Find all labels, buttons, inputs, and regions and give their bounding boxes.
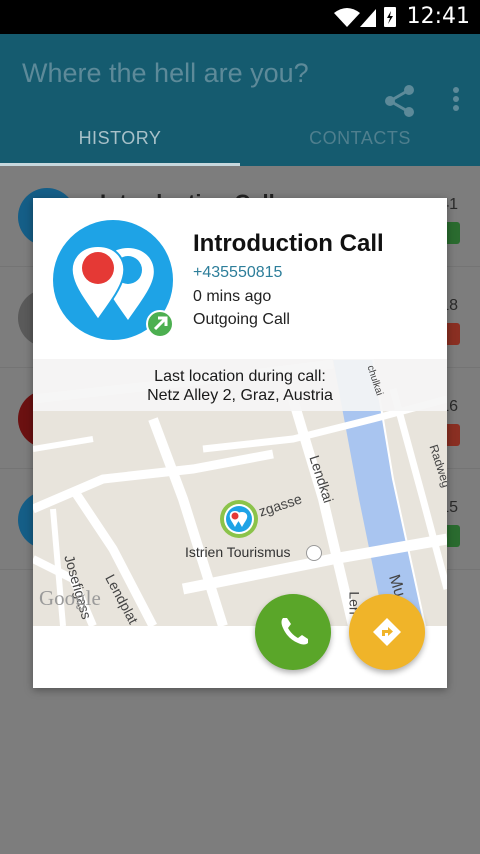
call-detail-dialog: Introduction Call +435550815 0 mins ago … bbox=[33, 198, 447, 688]
call-direction: Outgoing Call bbox=[193, 311, 290, 328]
status-bar: 12:41 bbox=[0, 0, 480, 34]
location-marker-icon[interactable] bbox=[220, 500, 258, 538]
directions-icon bbox=[373, 618, 401, 646]
outgoing-call-icon bbox=[146, 310, 174, 338]
share-icon[interactable] bbox=[384, 84, 416, 118]
poi-label: Istrien Tourismus bbox=[185, 544, 291, 560]
location-map[interactable]: Last location during call: Netz Alley 2,… bbox=[33, 359, 447, 626]
tab-history[interactable]: HISTORY bbox=[0, 128, 240, 166]
poi-icon bbox=[306, 545, 322, 561]
call-button[interactable] bbox=[255, 594, 331, 670]
location-banner: Last location during call: Netz Alley 2,… bbox=[33, 359, 447, 411]
app-bar: Where the hell are you? HISTORY CONTACTS bbox=[0, 34, 480, 166]
tab-history-label: HISTORY bbox=[78, 128, 162, 148]
contact-name: Introduction Call bbox=[193, 230, 384, 257]
phone-icon bbox=[281, 618, 308, 645]
status-time: 12:41 bbox=[406, 4, 470, 29]
tab-contacts-label: CONTACTS bbox=[309, 128, 411, 148]
google-logo: Google bbox=[39, 586, 101, 610]
call-time-ago: 0 mins ago bbox=[193, 288, 272, 305]
wifi-icon bbox=[334, 8, 360, 27]
more-options-icon[interactable] bbox=[446, 86, 466, 114]
status-icons bbox=[334, 7, 396, 27]
location-address: Netz Alley 2, Graz, Austria bbox=[147, 387, 333, 404]
location-banner-title: Last location during call: bbox=[154, 368, 326, 385]
signal-icon bbox=[360, 9, 376, 27]
phone-number-link[interactable]: +435550815 bbox=[193, 264, 282, 282]
navigate-button[interactable] bbox=[349, 594, 425, 670]
location-pins-icon bbox=[226, 506, 252, 532]
app-title: Where the hell are you? bbox=[22, 58, 309, 88]
tab-contacts[interactable]: CONTACTS bbox=[240, 128, 480, 166]
